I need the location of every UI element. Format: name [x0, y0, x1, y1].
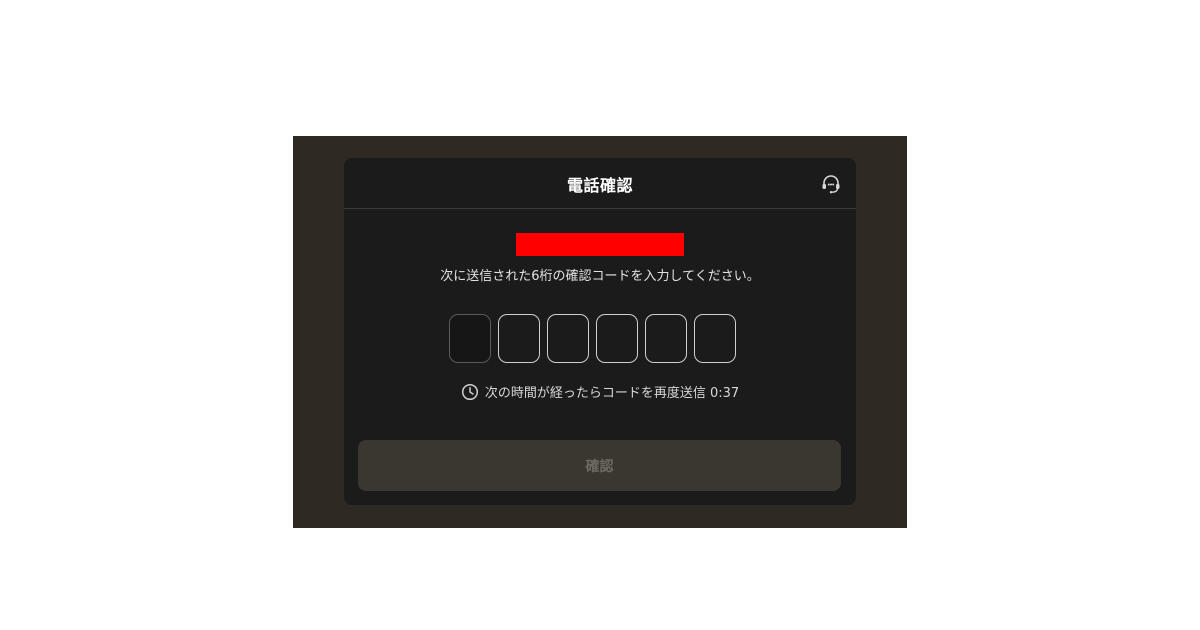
headset-icon: [822, 175, 840, 194]
instruction-text: 次に送信された6桁の確認コードを入力してください。: [440, 269, 760, 284]
redacted-phone-number: [516, 233, 684, 256]
otp-digit-4[interactable]: [596, 314, 638, 363]
phone-verification-dialog: 電話確認 次に送信された6桁の確認コードを入力してください。 次の時間が経ったら…: [344, 158, 856, 505]
otp-digit-5[interactable]: [645, 314, 687, 363]
support-button[interactable]: [820, 173, 842, 195]
otp-digit-3[interactable]: [547, 314, 589, 363]
dialog-header: 電話確認: [344, 158, 856, 209]
resend-countdown-text: 次の時間が経ったらコードを再度送信 0:37: [484, 386, 740, 401]
clock-icon: [461, 383, 478, 400]
otp-digit-1[interactable]: [449, 314, 491, 363]
resend-countdown: 次の時間が経ったらコードを再度送信 0:37: [344, 382, 856, 401]
confirm-button[interactable]: 確認: [358, 440, 841, 491]
otp-digit-6[interactable]: [694, 314, 736, 363]
otp-input-group: [449, 314, 736, 363]
otp-digit-2[interactable]: [498, 314, 540, 363]
dialog-title: 電話確認: [566, 176, 633, 195]
